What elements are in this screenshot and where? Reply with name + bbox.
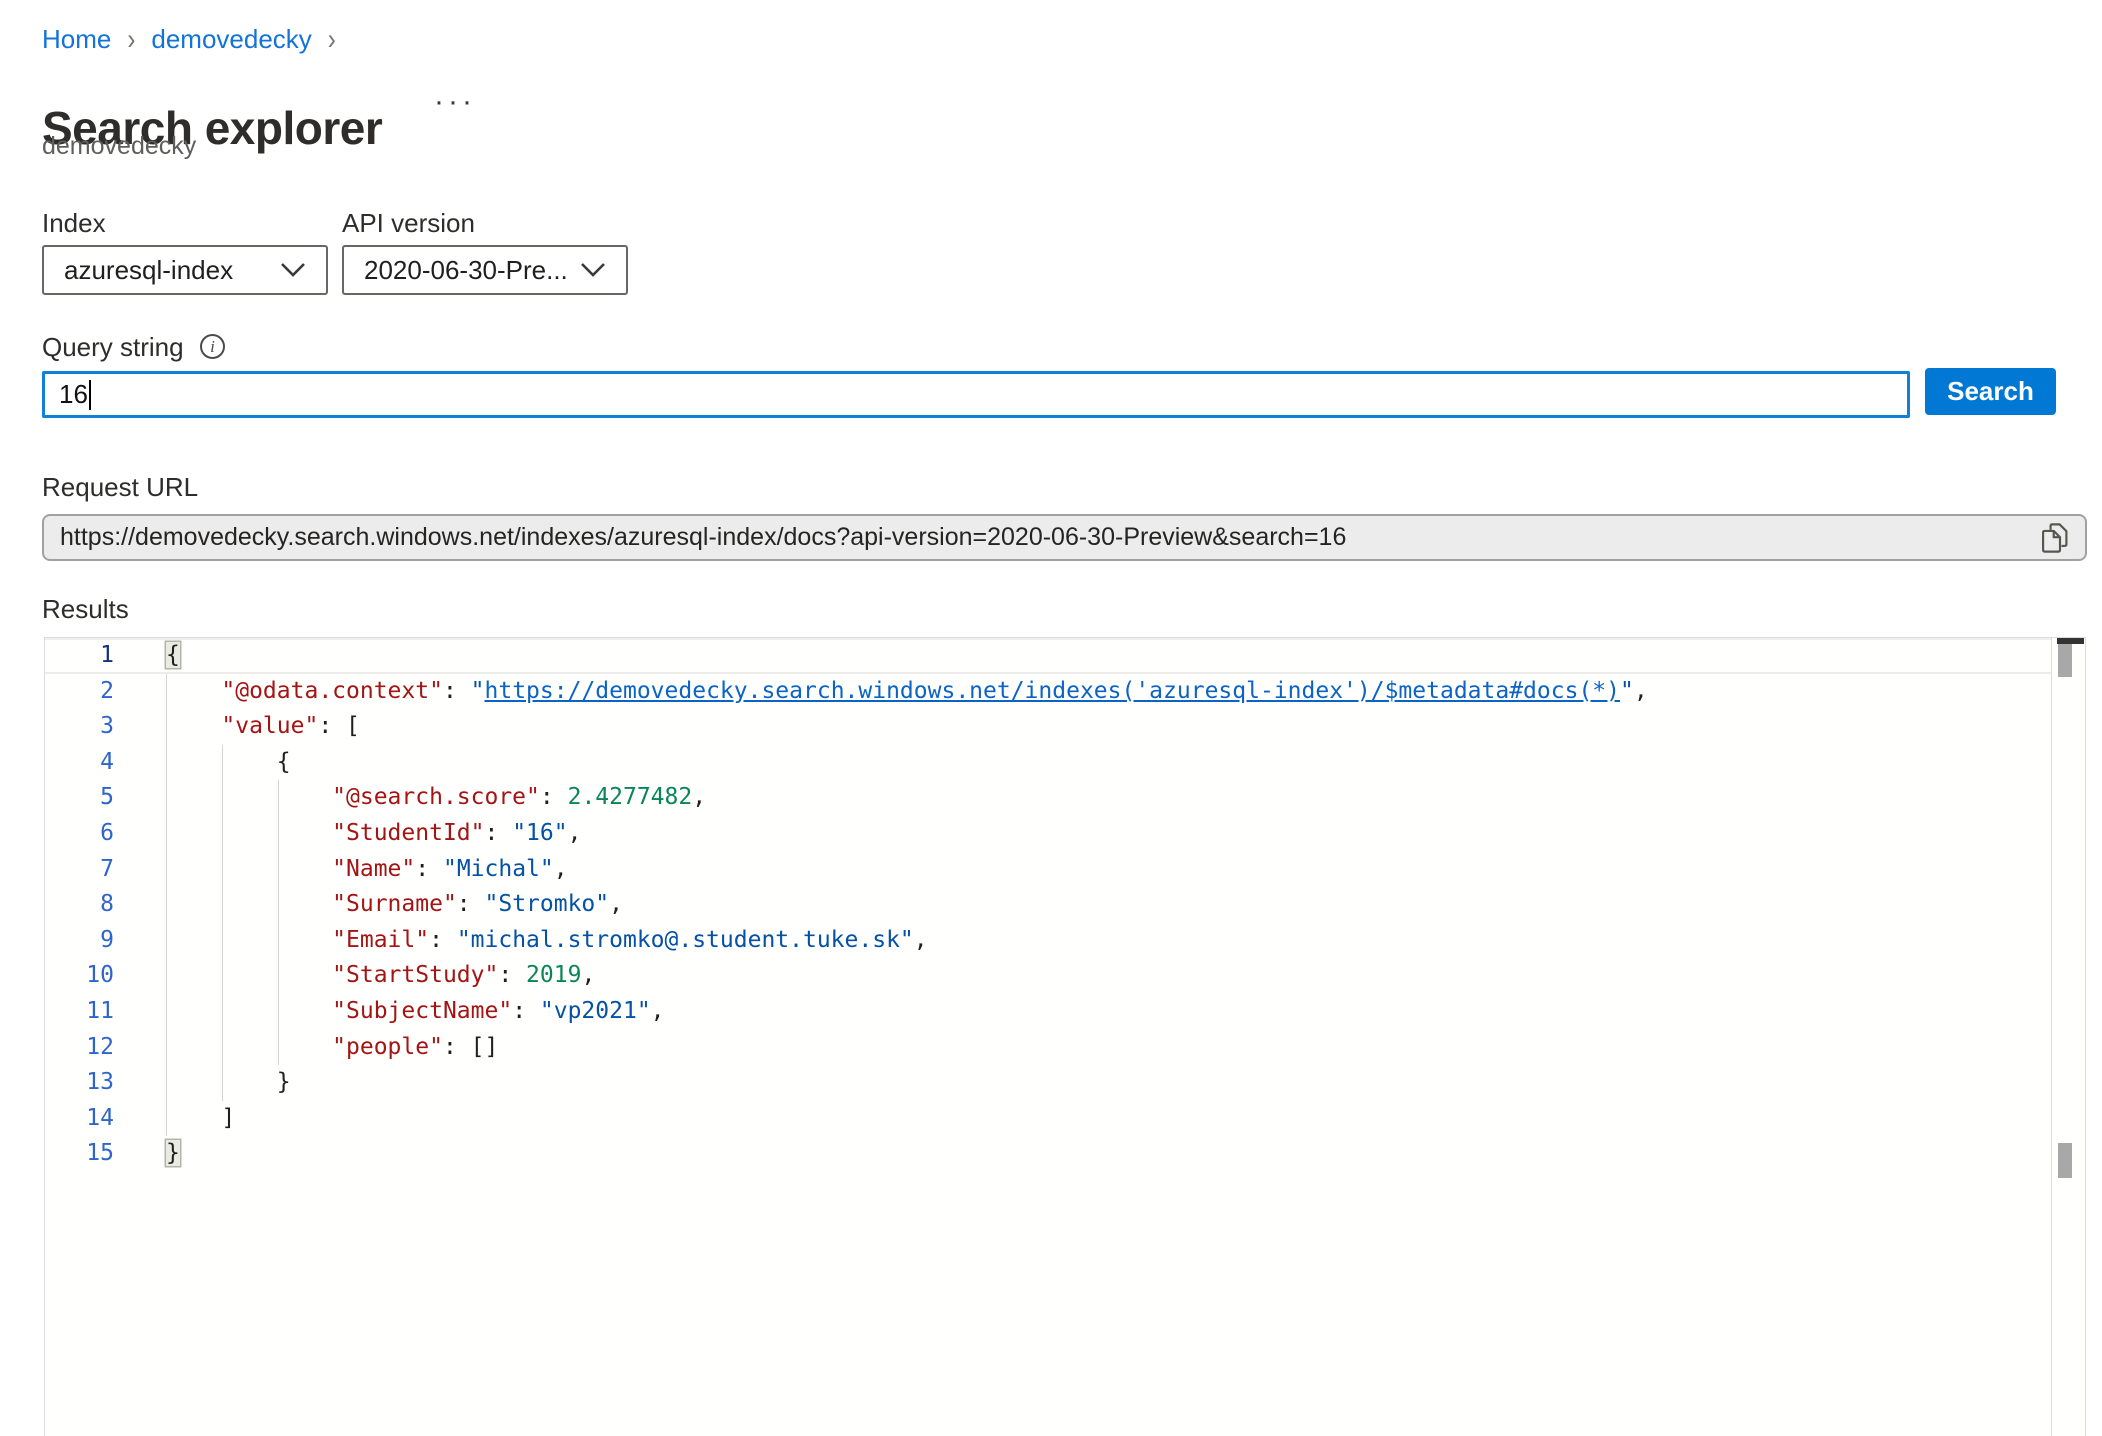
code-text: "value": [ (166, 709, 360, 745)
breadcrumb-link-demovedecky[interactable]: demovedecky (151, 24, 311, 55)
line-number: 8 (45, 887, 114, 923)
code-line: 14 ] (45, 1101, 2085, 1137)
chevron-right-icon: › (328, 22, 336, 57)
line-number: 9 (45, 923, 114, 959)
line-number: 7 (45, 852, 114, 888)
code-text: { (166, 745, 291, 781)
index-dropdown-value: azuresql-index (44, 255, 280, 286)
line-number: 11 (45, 994, 114, 1030)
code-text: "Email": "michal.stromko@.student.tuke.s… (166, 923, 928, 959)
code-text: "StartStudy": 2019, (166, 958, 595, 994)
line-number: 15 (45, 1136, 114, 1172)
code-line: 5 "@search.score": 2.4277482, (45, 780, 2085, 816)
text-cursor (89, 380, 91, 410)
code-line: 13 } (45, 1065, 2085, 1101)
results-editor[interactable]: 1{2 "@odata.context": "https://demovedec… (44, 637, 2086, 1436)
line-number: 6 (45, 816, 114, 852)
search-button[interactable]: Search (1925, 368, 2056, 415)
code-text: ] (166, 1101, 235, 1137)
query-string-input[interactable]: 16 (42, 371, 1910, 418)
code-line: 4 { (45, 745, 2085, 781)
code-text: "@odata.context": "https://demovedecky.s… (166, 674, 1648, 710)
line-number: 3 (45, 709, 114, 745)
code-line: 8 "Surname": "Stromko", (45, 887, 2085, 923)
query-string-value: 16 (59, 379, 88, 410)
line-number: 10 (45, 958, 114, 994)
info-icon[interactable] (200, 334, 225, 359)
query-string-label: Query string (42, 332, 184, 363)
more-menu-button[interactable]: ··· (428, 84, 482, 120)
line-number: 13 (45, 1065, 114, 1101)
code-text: "people": [] (166, 1030, 498, 1066)
request-url-value: https://demovedecky.search.windows.net/i… (44, 523, 2037, 552)
code-line: 15} (45, 1136, 2085, 1172)
line-number: 14 (45, 1101, 114, 1137)
code-text: "Surname": "Stromko", (166, 887, 623, 923)
line-number: 12 (45, 1030, 114, 1066)
copy-icon (2039, 521, 2069, 555)
code-line: 11 "SubjectName": "vp2021", (45, 994, 2085, 1030)
code-line: 9 "Email": "michal.stromko@.student.tuke… (45, 923, 2085, 959)
copy-button[interactable] (2037, 519, 2071, 557)
code-text: "SubjectName": "vp2021", (166, 994, 665, 1030)
page-subtitle: demovedecky (42, 132, 196, 161)
request-url-label: Request URL (42, 472, 198, 503)
results-editor-body: 1{2 "@odata.context": "https://demovedec… (45, 638, 2085, 1436)
breadcrumb-link-home[interactable]: Home (42, 24, 111, 55)
code-line: 12 "people": [] (45, 1030, 2085, 1066)
code-lines: 1{2 "@odata.context": "https://demovedec… (45, 638, 2085, 1172)
line-number: 1 (45, 638, 114, 674)
line-number: 5 (45, 780, 114, 816)
request-url-bar: https://demovedecky.search.windows.net/i… (42, 514, 2087, 561)
code-line: 1{ (45, 638, 2085, 674)
chevron-down-icon (580, 262, 606, 278)
search-explorer-page: Home › demovedecky › Search explorer ···… (0, 0, 2102, 1436)
results-label: Results (42, 594, 129, 625)
api-version-dropdown[interactable]: 2020-06-30-Pre... (342, 245, 628, 295)
code-text: } (166, 1065, 291, 1101)
code-text: "@search.score": 2.4277482, (166, 780, 706, 816)
code-line: 6 "StudentId": "16", (45, 816, 2085, 852)
code-line: 10 "StartStudy": 2019, (45, 958, 2085, 994)
api-version-label: API version (342, 208, 475, 239)
code-text: "Name": "Michal", (166, 852, 568, 888)
code-line: 3 "value": [ (45, 709, 2085, 745)
code-text: } (166, 1136, 180, 1172)
breadcrumb: Home › demovedecky › (42, 24, 336, 55)
code-text: "StudentId": "16", (166, 816, 581, 852)
chevron-right-icon: › (127, 22, 135, 57)
line-number: 4 (45, 745, 114, 781)
chevron-down-icon (280, 262, 306, 278)
api-version-dropdown-value: 2020-06-30-Pre... (344, 255, 580, 286)
code-line: 2 "@odata.context": "https://demovedecky… (45, 674, 2085, 710)
index-dropdown[interactable]: azuresql-index (42, 245, 328, 295)
code-text: { (166, 638, 180, 674)
index-label: Index (42, 208, 106, 239)
line-number: 2 (45, 674, 114, 710)
code-line: 7 "Name": "Michal", (45, 852, 2085, 888)
